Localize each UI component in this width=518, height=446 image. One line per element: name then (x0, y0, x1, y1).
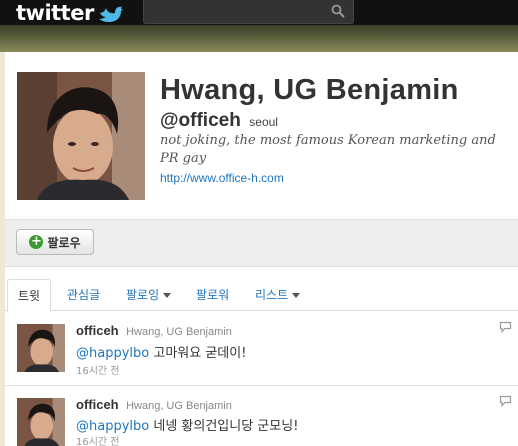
top-bar: twitter (0, 0, 518, 25)
profile-avatar[interactable] (17, 72, 145, 200)
tweet-body: 고마워요 굳데이! (149, 346, 247, 361)
location: seoul (249, 115, 278, 129)
reply-icon[interactable] (499, 321, 512, 333)
tweet-avatar-photo (17, 324, 65, 372)
tab-following[interactable]: 팔로잉 (116, 279, 181, 311)
tweet-timestamp[interactable]: 16시간 전 (76, 362, 120, 377)
tab-label: 팔로워 (196, 288, 230, 302)
plus-icon: + (29, 234, 44, 249)
follow-button[interactable]: + 팔로우 (16, 229, 94, 255)
tweet-item[interactable]: officeh Hwang, UG Benjamin @happylbo 고마워… (5, 312, 518, 386)
tweet-header: officeh Hwang, UG Benjamin (76, 322, 232, 340)
logo-text: twitter (16, 0, 94, 25)
profile-full-name: Hwang, UG Benjamin (160, 74, 459, 106)
tweet-text: @happylbo 네넹 황의건입니당 군모닝! (76, 415, 298, 434)
tweet-avatar-photo (17, 398, 65, 446)
tweet-display-name: Hwang, UG Benjamin (126, 326, 232, 338)
profile-bio: not joking, the most famous Korean marke… (160, 133, 496, 166)
profile-tabs: 트윗 관심글 팔로잉 팔로워 리스트 (5, 279, 518, 312)
tweet-display-name: Hwang, UG Benjamin (126, 400, 232, 412)
tab-label: 팔로잉 (126, 288, 160, 302)
tab-tweets[interactable]: 트윗 (7, 279, 52, 312)
tweet-header: officeh Hwang, UG Benjamin (76, 396, 232, 414)
tweet-username[interactable]: officeh (76, 397, 119, 412)
profile-page: Hwang, UG Benjamin @officeh seoul not jo… (5, 52, 518, 446)
profile-banner (0, 25, 518, 52)
tab-label: 리스트 (255, 288, 289, 302)
tab-label: 트윗 (18, 289, 41, 303)
tweet-item[interactable]: officeh Hwang, UG Benjamin @happylbo 네넹 … (5, 386, 518, 446)
profile-photo (17, 72, 145, 200)
tweet-timestamp[interactable]: 16시간 전 (76, 433, 120, 446)
follow-button-label: 팔로우 (47, 235, 81, 250)
tweet-avatar[interactable] (17, 324, 65, 372)
tweet-text: @happylbo 고마워요 굳데이! (76, 342, 246, 361)
reply-icon[interactable] (499, 395, 512, 407)
tweet-avatar[interactable] (17, 398, 65, 446)
bird-icon (98, 5, 123, 22)
profile-url-link[interactable]: http://www.office-h.com (160, 171, 284, 185)
tab-lists[interactable]: 리스트 (245, 279, 310, 311)
search-icon[interactable] (331, 4, 345, 18)
tab-followers[interactable]: 팔로워 (186, 279, 239, 311)
twitter-logo[interactable]: twitter (16, 0, 123, 25)
tweet-username[interactable]: officeh (76, 323, 119, 338)
chevron-down-icon (163, 293, 172, 298)
tab-favorites[interactable]: 관심글 (57, 279, 110, 311)
chevron-down-icon (292, 293, 301, 298)
profile-actions: + 팔로우 (5, 219, 518, 267)
search-input[interactable] (143, 0, 354, 24)
screen-name-row: @officeh seoul (160, 110, 278, 132)
tweet-mention-link[interactable]: @happylbo (76, 419, 149, 434)
screen-name: @officeh (160, 110, 241, 131)
tweet-mention-link[interactable]: @happylbo (76, 346, 149, 361)
tab-label: 관심글 (67, 288, 101, 302)
tweet-body: 네넹 황의건입니당 군모닝! (149, 419, 299, 434)
